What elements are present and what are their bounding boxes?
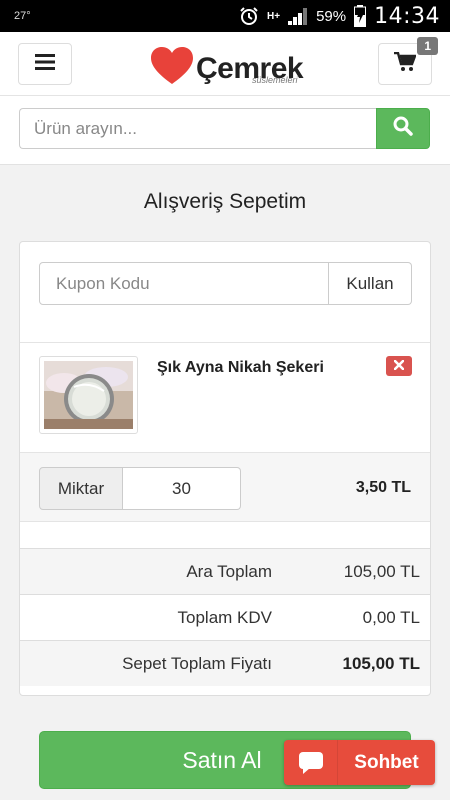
cart-button[interactable]: 1 <box>378 37 438 85</box>
subtotal-value: 105,00 TL <box>343 561 420 581</box>
menu-button[interactable] <box>18 43 72 85</box>
battery-charging-icon <box>354 5 367 27</box>
product-name[interactable]: Şık Ayna Nikah Şekeri <box>157 359 324 377</box>
totals-table: Ara Toplam 105,00 TL Toplam KDV 0,00 TL … <box>20 548 430 686</box>
tax-row: Toplam KDV 0,00 TL <box>20 594 430 640</box>
grand-total-label: Sepet Toplam Fiyatı <box>122 653 272 673</box>
subtotal-label: Ara Toplam <box>186 561 272 581</box>
quantity-row: Miktar 3,50 TL <box>20 452 430 522</box>
temperature-label: 27° <box>14 10 31 22</box>
mirror-favor-image <box>44 361 133 429</box>
cart-panel: Kullan Şık Ayna Nikah Şekeri Miktar 3,50… <box>19 241 431 696</box>
quantity-label: Miktar <box>39 467 123 510</box>
battery-percent: 59% <box>316 7 347 25</box>
status-bar: 27° H+ 59% 14:34 <box>0 0 450 32</box>
page-title: Alışveriş Sepetim <box>143 190 307 213</box>
unit-price: 3,50 TL <box>355 479 411 496</box>
coupon-code-input[interactable] <box>39 262 329 305</box>
remove-item-button[interactable] <box>386 356 412 376</box>
cart-icon <box>394 51 417 77</box>
tax-label: Toplam KDV <box>177 607 272 627</box>
grand-total-row: Sepet Toplam Fiyatı 105,00 TL <box>20 640 430 686</box>
alarm-clock-icon <box>239 6 259 26</box>
quantity-input[interactable] <box>123 467 241 510</box>
cart-count-badge: 1 <box>417 37 438 55</box>
close-icon <box>393 357 405 375</box>
tax-value: 0,00 TL <box>362 607 420 627</box>
coupon-group: Kullan <box>39 262 412 305</box>
menu-icon <box>35 53 55 75</box>
brand-subtitle: süslemeleri <box>252 75 298 85</box>
search-button[interactable] <box>376 108 430 149</box>
heart-logo-icon <box>150 46 194 91</box>
subtotal-row: Ara Toplam 105,00 TL <box>20 548 430 594</box>
search-icon <box>393 116 413 141</box>
signal-strength-icon <box>288 7 308 25</box>
divider <box>20 342 430 343</box>
chat-button[interactable]: Sohbet <box>284 740 435 785</box>
grand-total-value: 105,00 TL <box>342 653 421 673</box>
clock: 14:34 <box>374 3 440 29</box>
chat-bubble-icon <box>284 740 338 785</box>
network-type-label: H+ <box>267 10 281 22</box>
site-logo[interactable]: Çemrek süslemeleri <box>150 46 304 91</box>
apply-coupon-button[interactable]: Kullan <box>329 262 412 305</box>
site-header: Çemrek süslemeleri 1 <box>0 32 450 96</box>
product-image[interactable] <box>39 356 138 434</box>
search-input[interactable] <box>19 108 376 149</box>
quantity-group: Miktar <box>39 467 241 510</box>
chat-label: Sohbet <box>354 751 419 773</box>
search-bar <box>0 96 450 165</box>
